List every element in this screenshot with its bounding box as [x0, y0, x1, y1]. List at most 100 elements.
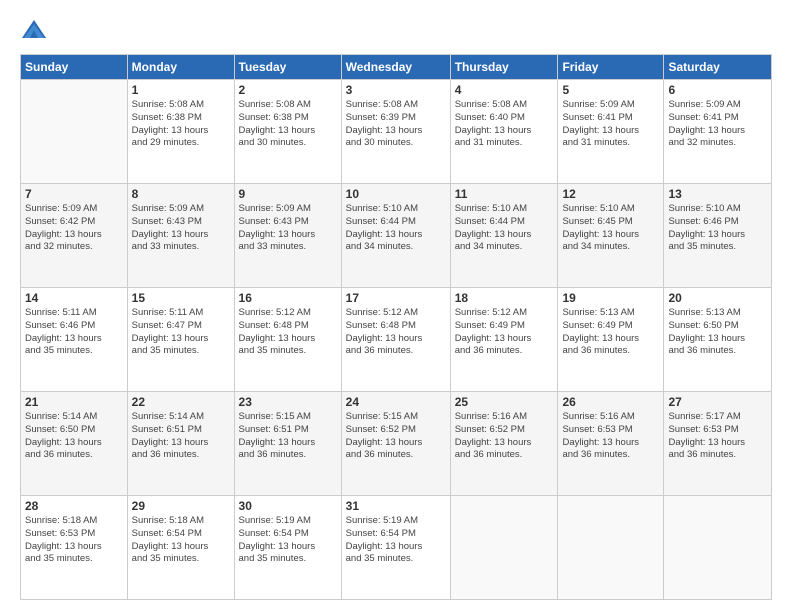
cell-date-number: 20 — [668, 291, 767, 305]
cell-date-number: 3 — [346, 83, 446, 97]
calendar-cell: 19 Sunrise: 5:13 AM Sunset: 6:49 PM Dayli… — [558, 288, 664, 392]
cell-info: Sunrise: 5:13 AM Sunset: 6:50 PM Dayligh… — [668, 307, 767, 358]
calendar-cell: 17 Sunrise: 5:12 AM Sunset: 6:48 PM Dayli… — [341, 288, 450, 392]
cell-date-number: 24 — [346, 395, 446, 409]
calendar-cell — [21, 80, 128, 184]
calendar-cell: 10Sunrise: 5:10 AM Sunset: 6:44 PM Dayli… — [341, 184, 450, 288]
header-day-saturday: Saturday — [664, 55, 772, 80]
calendar-cell — [664, 496, 772, 600]
calendar-week-4: 21 Sunrise: 5:14 AM Sunset: 6:50 PM Dayli… — [21, 392, 772, 496]
calendar-cell: 9 Sunrise: 5:09 AM Sunset: 6:43 PM Daylig… — [234, 184, 341, 288]
calendar-cell: 31 Sunrise: 5:19 AM Sunset: 6:54 PM Dayli… — [341, 496, 450, 600]
calendar-cell: 18Sunrise: 5:12 AM Sunset: 6:49 PM Dayli… — [450, 288, 558, 392]
cell-info: Sunrise: 5:19 AM Sunset: 6:54 PM Dayligh… — [346, 515, 446, 566]
calendar-cell: 22Sunrise: 5:14 AM Sunset: 6:51 PM Dayli… — [127, 392, 234, 496]
cell-info: Sunrise: 5:08 AM Sunset: 6:38 PM Dayligh… — [239, 99, 337, 150]
calendar-cell: 2 Sunrise: 5:08 AM Sunset: 6:38 PM Daylig… — [234, 80, 341, 184]
calendar-cell: 29 Sunrise: 5:18 AM Sunset: 6:54 PM Dayli… — [127, 496, 234, 600]
page: SundayMondayTuesdayWednesdayThursdayFrid… — [0, 0, 792, 612]
cell-info: Sunrise: 5:14 AM Sunset: 6:50 PM Dayligh… — [25, 411, 123, 462]
header-day-tuesday: Tuesday — [234, 55, 341, 80]
cell-date-number: 9 — [239, 187, 337, 201]
cell-date-number: 14 — [25, 291, 123, 305]
calendar-cell: 4Sunrise: 5:08 AM Sunset: 6:40 PM Daylig… — [450, 80, 558, 184]
calendar-cell — [450, 496, 558, 600]
calendar-cell: 14Sunrise: 5:11 AM Sunset: 6:46 PM Dayli… — [21, 288, 128, 392]
cell-info: Sunrise: 5:12 AM Sunset: 6:48 PM Dayligh… — [239, 307, 337, 358]
cell-info: Sunrise: 5:10 AM Sunset: 6:45 PM Dayligh… — [562, 203, 659, 254]
logo — [20, 16, 52, 44]
header-day-sunday: Sunday — [21, 55, 128, 80]
cell-date-number: 23 — [239, 395, 337, 409]
header-day-monday: Monday — [127, 55, 234, 80]
cell-date-number: 25 — [455, 395, 554, 409]
calendar-cell: 1 Sunrise: 5:08 AM Sunset: 6:38 PM Daylig… — [127, 80, 234, 184]
cell-info: Sunrise: 5:08 AM Sunset: 6:39 PM Dayligh… — [346, 99, 446, 150]
cell-info: Sunrise: 5:09 AM Sunset: 6:41 PM Dayligh… — [562, 99, 659, 150]
cell-date-number: 16 — [239, 291, 337, 305]
cell-date-number: 22 — [132, 395, 230, 409]
header — [20, 16, 772, 44]
calendar-table: SundayMondayTuesdayWednesdayThursdayFrid… — [20, 54, 772, 600]
cell-date-number: 28 — [25, 499, 123, 513]
cell-date-number: 12 — [562, 187, 659, 201]
cell-date-number: 11 — [455, 187, 554, 201]
calendar-cell: 20 Sunrise: 5:13 AM Sunset: 6:50 PM Dayli… — [664, 288, 772, 392]
calendar-week-1: 1 Sunrise: 5:08 AM Sunset: 6:38 PM Daylig… — [21, 80, 772, 184]
cell-info: Sunrise: 5:10 AM Sunset: 6:44 PM Dayligh… — [455, 203, 554, 254]
cell-date-number: 21 — [25, 395, 123, 409]
cell-info: Sunrise: 5:13 AM Sunset: 6:49 PM Dayligh… — [562, 307, 659, 358]
cell-info: Sunrise: 5:19 AM Sunset: 6:54 PM Dayligh… — [239, 515, 337, 566]
calendar-cell: 28 Sunrise: 5:18 AM Sunset: 6:53 PM Dayli… — [21, 496, 128, 600]
header-row: SundayMondayTuesdayWednesdayThursdayFrid… — [21, 55, 772, 80]
calendar-body: 1 Sunrise: 5:08 AM Sunset: 6:38 PM Daylig… — [21, 80, 772, 600]
cell-info: Sunrise: 5:17 AM Sunset: 6:53 PM Dayligh… — [668, 411, 767, 462]
cell-info: Sunrise: 5:11 AM Sunset: 6:47 PM Dayligh… — [132, 307, 230, 358]
cell-date-number: 19 — [562, 291, 659, 305]
calendar-cell: 26 Sunrise: 5:16 AM Sunset: 6:53 PM Dayli… — [558, 392, 664, 496]
calendar-cell: 25 Sunrise: 5:16 AM Sunset: 6:52 PM Dayli… — [450, 392, 558, 496]
cell-date-number: 7 — [25, 187, 123, 201]
cell-info: Sunrise: 5:09 AM Sunset: 6:42 PM Dayligh… — [25, 203, 123, 254]
calendar-cell: 16 Sunrise: 5:12 AM Sunset: 6:48 PM Dayli… — [234, 288, 341, 392]
cell-date-number: 10 — [346, 187, 446, 201]
cell-info: Sunrise: 5:16 AM Sunset: 6:53 PM Dayligh… — [562, 411, 659, 462]
cell-date-number: 29 — [132, 499, 230, 513]
cell-date-number: 2 — [239, 83, 337, 97]
cell-date-number: 27 — [668, 395, 767, 409]
cell-date-number: 26 — [562, 395, 659, 409]
cell-info: Sunrise: 5:15 AM Sunset: 6:52 PM Dayligh… — [346, 411, 446, 462]
calendar-cell: 6 Sunrise: 5:09 AM Sunset: 6:41 PM Daylig… — [664, 80, 772, 184]
cell-info: Sunrise: 5:16 AM Sunset: 6:52 PM Dayligh… — [455, 411, 554, 462]
cell-date-number: 17 — [346, 291, 446, 305]
calendar-cell: 12 Sunrise: 5:10 AM Sunset: 6:45 PM Dayli… — [558, 184, 664, 288]
calendar-cell: 23 Sunrise: 5:15 AM Sunset: 6:51 PM Dayli… — [234, 392, 341, 496]
cell-info: Sunrise: 5:10 AM Sunset: 6:46 PM Dayligh… — [668, 203, 767, 254]
cell-date-number: 15 — [132, 291, 230, 305]
cell-info: Sunrise: 5:09 AM Sunset: 6:43 PM Dayligh… — [239, 203, 337, 254]
cell-date-number: 8 — [132, 187, 230, 201]
header-day-thursday: Thursday — [450, 55, 558, 80]
calendar-week-2: 7 Sunrise: 5:09 AM Sunset: 6:42 PM Daylig… — [21, 184, 772, 288]
cell-info: Sunrise: 5:12 AM Sunset: 6:48 PM Dayligh… — [346, 307, 446, 358]
calendar-cell: 11 Sunrise: 5:10 AM Sunset: 6:44 PM Dayli… — [450, 184, 558, 288]
cell-date-number: 6 — [668, 83, 767, 97]
calendar-cell: 13 Sunrise: 5:10 AM Sunset: 6:46 PM Dayli… — [664, 184, 772, 288]
cell-date-number: 31 — [346, 499, 446, 513]
cell-info: Sunrise: 5:09 AM Sunset: 6:41 PM Dayligh… — [668, 99, 767, 150]
calendar-cell: 5Sunrise: 5:09 AM Sunset: 6:41 PM Daylig… — [558, 80, 664, 184]
cell-date-number: 1 — [132, 83, 230, 97]
calendar-cell: 3 Sunrise: 5:08 AM Sunset: 6:39 PM Daylig… — [341, 80, 450, 184]
calendar-cell: 27 Sunrise: 5:17 AM Sunset: 6:53 PM Dayli… — [664, 392, 772, 496]
calendar-cell: 30 Sunrise: 5:19 AM Sunset: 6:54 PM Dayli… — [234, 496, 341, 600]
cell-info: Sunrise: 5:18 AM Sunset: 6:54 PM Dayligh… — [132, 515, 230, 566]
cell-info: Sunrise: 5:09 AM Sunset: 6:43 PM Dayligh… — [132, 203, 230, 254]
cell-info: Sunrise: 5:15 AM Sunset: 6:51 PM Dayligh… — [239, 411, 337, 462]
calendar-header: SundayMondayTuesdayWednesdayThursdayFrid… — [21, 55, 772, 80]
cell-info: Sunrise: 5:18 AM Sunset: 6:53 PM Dayligh… — [25, 515, 123, 566]
cell-date-number: 30 — [239, 499, 337, 513]
cell-date-number: 13 — [668, 187, 767, 201]
header-day-friday: Friday — [558, 55, 664, 80]
logo-icon — [20, 16, 48, 44]
cell-info: Sunrise: 5:08 AM Sunset: 6:38 PM Dayligh… — [132, 99, 230, 150]
